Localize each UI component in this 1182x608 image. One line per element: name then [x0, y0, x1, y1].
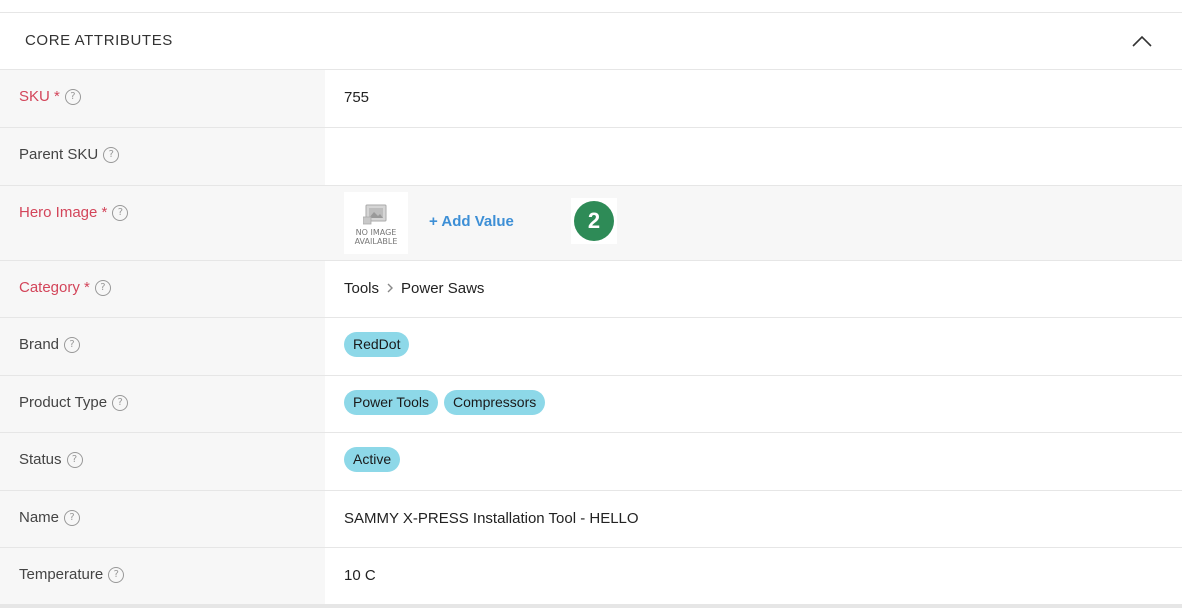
- status-label: Status: [19, 451, 62, 468]
- help-icon[interactable]: ?: [64, 336, 81, 353]
- label-cell: Parent SKU ?: [0, 128, 325, 185]
- label-cell: Hero Image * ?: [0, 186, 325, 260]
- attribute-row-parent-sku: Parent SKU ?: [0, 128, 1182, 186]
- top-divider: [0, 0, 1182, 13]
- label-cell: Category * ?: [0, 261, 325, 317]
- attribute-row-category: Category * ? Tools Power Saws: [0, 261, 1182, 318]
- product-type-chips: Power Tools Compressors: [344, 390, 551, 415]
- attribute-label: Product Type ?: [19, 394, 129, 411]
- help-icon[interactable]: ?: [112, 394, 129, 411]
- chevron-up-icon[interactable]: [1130, 33, 1154, 49]
- brand-chips: RedDot: [344, 332, 415, 357]
- attribute-row-brand: Brand ? RedDot: [0, 318, 1182, 376]
- value-cell[interactable]: SAMMY X-PRESS Installation Tool - HELLO: [325, 491, 1182, 547]
- help-icon[interactable]: ?: [66, 451, 83, 468]
- product-type-chip[interactable]: Power Tools: [344, 390, 439, 415]
- help-icon[interactable]: ?: [112, 204, 129, 221]
- value-cell[interactable]: [325, 128, 1182, 185]
- step-number: 2: [574, 201, 614, 241]
- no-image-line2: AVAILABLE: [354, 237, 398, 246]
- help-icon[interactable]: ?: [64, 509, 81, 526]
- attribute-label: Parent SKU ?: [19, 146, 120, 163]
- step-badge: 2: [571, 198, 617, 244]
- attribute-row-hero-image: Hero Image * ? NO IMAGE AVAILABLE + Add …: [0, 186, 1182, 261]
- attribute-label: Hero Image * ?: [19, 204, 129, 221]
- sku-label: SKU *: [19, 88, 60, 105]
- label-cell: Product Type ?: [0, 376, 325, 432]
- product-type-label: Product Type: [19, 394, 108, 411]
- attribute-label: Status ?: [19, 451, 83, 468]
- attribute-label: Temperature ?: [19, 566, 125, 583]
- name-value[interactable]: SAMMY X-PRESS Installation Tool - HELLO: [344, 510, 639, 527]
- bottom-border: [0, 604, 1182, 608]
- label-cell: Status ?: [0, 433, 325, 490]
- value-cell: NO IMAGE AVAILABLE + Add Value 2: [325, 186, 1182, 260]
- attribute-label: SKU * ?: [19, 88, 81, 105]
- add-value-link[interactable]: + Add Value: [429, 213, 514, 230]
- status-chip[interactable]: Active: [344, 447, 401, 472]
- attribute-row-name: Name ? SAMMY X-PRESS Installation Tool -…: [0, 491, 1182, 548]
- value-cell[interactable]: 10 C: [325, 548, 1182, 604]
- attribute-label: Brand ?: [19, 336, 81, 353]
- temperature-value[interactable]: 10 C: [344, 567, 376, 584]
- temperature-label: Temperature: [19, 566, 104, 583]
- help-icon[interactable]: ?: [64, 88, 81, 105]
- section-title: CORE ATTRIBUTES: [25, 32, 173, 49]
- chevron-right-icon: [381, 281, 399, 297]
- label-cell: SKU * ?: [0, 70, 325, 127]
- brand-chip[interactable]: RedDot: [344, 332, 410, 357]
- value-cell: RedDot: [325, 318, 1182, 375]
- label-cell: Brand ?: [0, 318, 325, 375]
- value-cell[interactable]: Tools Power Saws: [325, 261, 1182, 317]
- category-level-2[interactable]: Power Saws: [401, 280, 484, 297]
- attribute-label: Category * ?: [19, 279, 111, 296]
- attribute-rows: SKU * ? 755 Parent SKU ? Hero Image * ? …: [0, 70, 1182, 604]
- name-label: Name: [19, 509, 60, 526]
- help-icon[interactable]: ?: [94, 279, 111, 296]
- attribute-row-status: Status ? Active: [0, 433, 1182, 491]
- no-image-line1: NO IMAGE: [355, 228, 397, 237]
- product-type-chip[interactable]: Compressors: [444, 390, 546, 415]
- attributes-panel: CORE ATTRIBUTES SKU * ? 755 Parent SKU ?…: [0, 0, 1182, 608]
- brand-label: Brand: [19, 336, 60, 353]
- category-breadcrumb[interactable]: Tools Power Saws: [344, 280, 484, 297]
- help-icon[interactable]: ?: [103, 146, 120, 163]
- hero-image-label: Hero Image *: [19, 204, 108, 221]
- help-icon[interactable]: ?: [108, 566, 125, 583]
- image-placeholder-icon: [363, 204, 387, 225]
- value-cell[interactable]: 755: [325, 70, 1182, 127]
- status-chips: Active: [344, 447, 406, 472]
- label-cell: Temperature ?: [0, 548, 325, 604]
- attribute-row-temperature: Temperature ? 10 C: [0, 548, 1182, 604]
- attribute-row-sku: SKU * ? 755: [0, 70, 1182, 128]
- value-cell: Active: [325, 433, 1182, 490]
- sku-value[interactable]: 755: [344, 89, 369, 106]
- parent-sku-label: Parent SKU: [19, 146, 99, 163]
- label-cell: Name ?: [0, 491, 325, 547]
- value-cell: Power Tools Compressors: [325, 376, 1182, 432]
- no-image-text: NO IMAGE AVAILABLE: [355, 228, 398, 246]
- section-header[interactable]: CORE ATTRIBUTES: [0, 13, 1182, 70]
- attribute-label: Name ?: [19, 509, 81, 526]
- no-image-placeholder[interactable]: NO IMAGE AVAILABLE: [344, 192, 408, 254]
- attribute-row-product-type: Product Type ? Power Tools Compressors: [0, 376, 1182, 433]
- category-level-1[interactable]: Tools: [344, 280, 379, 297]
- category-label: Category *: [19, 279, 90, 296]
